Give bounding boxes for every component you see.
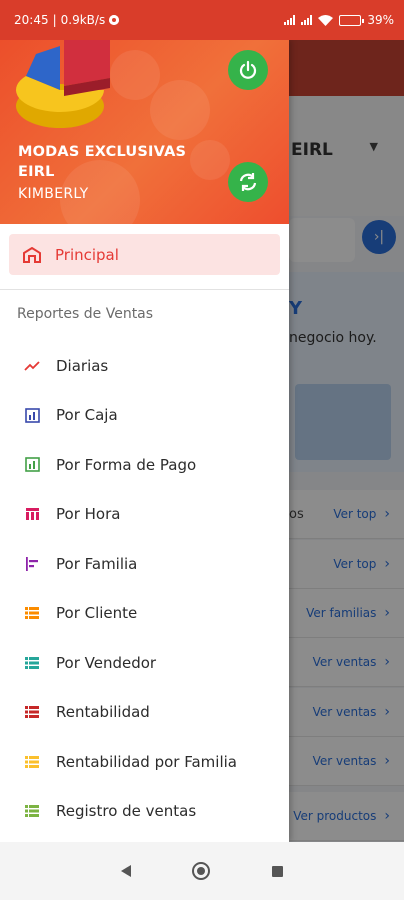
navigation-drawer: MODAS EXCLUSIVAS EIRL KIMBERLY Principal… (0, 40, 289, 842)
list-icon (24, 605, 40, 621)
list-icon (24, 754, 40, 770)
back-icon[interactable] (120, 865, 131, 877)
wifi-icon (318, 14, 334, 26)
list-icon (24, 803, 40, 819)
power-icon (239, 60, 257, 79)
battery-percent: 39% (367, 13, 394, 27)
signal-icon (284, 15, 296, 25)
menu-item-label: Principal (55, 245, 119, 264)
menu-item-label: Rentabilidad (56, 703, 150, 722)
bar-chart-box-icon (24, 407, 40, 423)
trending-up-icon (24, 358, 40, 374)
drawer-header: MODAS EXCLUSIVAS EIRL KIMBERLY (0, 40, 289, 224)
menu-item-label: Rentabilidad por Familia (56, 752, 237, 771)
menu-item-label: Diarias (56, 356, 109, 375)
system-navigation-bar (0, 842, 404, 900)
menu-item-por-familia[interactable]: Por Familia (0, 539, 289, 589)
drawer-scrim[interactable] (289, 40, 404, 842)
logout-button[interactable] (228, 50, 268, 90)
sales-reports-menu: Diarias Por Caja Por Forma de Pago Por H… (0, 341, 289, 836)
align-left-bars-icon (24, 556, 40, 572)
list-icon (24, 704, 40, 720)
menu-item-por-cliente[interactable]: Por Cliente (0, 589, 289, 639)
menu-item-por-vendedor[interactable]: Por Vendedor (0, 638, 289, 688)
menu-item-label: Por Caja (56, 406, 118, 425)
company-name: MODAS EXCLUSIVAS EIRL (18, 144, 187, 180)
status-speed: 0.9kB/s (60, 13, 106, 27)
bar-chart-box-icon (24, 457, 40, 473)
sync-icon (239, 173, 257, 191)
signal-4g-icon (301, 15, 313, 25)
menu-item-registro-de-ventas[interactable]: Registro de ventas (0, 787, 289, 837)
list-icon (24, 655, 40, 671)
menu-item-label: Por Forma de Pago (56, 455, 197, 474)
divider (0, 289, 289, 290)
calendar-grid-icon (24, 506, 40, 522)
menu-item-label: Por Vendedor (56, 653, 157, 672)
menu-item-por-caja[interactable]: Por Caja (0, 391, 289, 441)
menu-item-rentabilidad-por-familia[interactable]: Rentabilidad por Familia (0, 737, 289, 787)
menu-item-label: Por Cliente (56, 604, 138, 623)
menu-item-label: Registro de ventas (56, 802, 197, 821)
menu-item-rentabilidad[interactable]: Rentabilidad (0, 688, 289, 738)
menu-item-diarias[interactable]: Diarias (0, 341, 289, 391)
home-store-icon (23, 246, 41, 263)
battery-icon (339, 14, 365, 26)
menu-item-por-hora[interactable]: Por Hora (0, 490, 289, 540)
menu-item-por-forma-de-pago[interactable]: Por Forma de Pago (0, 440, 289, 490)
home-icon[interactable] (192, 862, 211, 880)
section-title: Reportes de Ventas (17, 306, 154, 322)
sync-button[interactable] (228, 162, 268, 202)
recent-apps-icon[interactable] (272, 865, 284, 877)
menu-item-label: Por Hora (56, 505, 121, 524)
menu-item-label: Por Familia (56, 554, 138, 573)
pie-chart-logo-icon (16, 40, 110, 128)
user-name: KIMBERLY (18, 186, 89, 202)
status-time: 20:45 (14, 13, 49, 27)
settings-gear-icon (109, 15, 120, 25)
status-bar: 20:45 | 0.9kB/s 39% (0, 0, 404, 40)
menu-item-principal[interactable]: Principal (9, 234, 280, 275)
